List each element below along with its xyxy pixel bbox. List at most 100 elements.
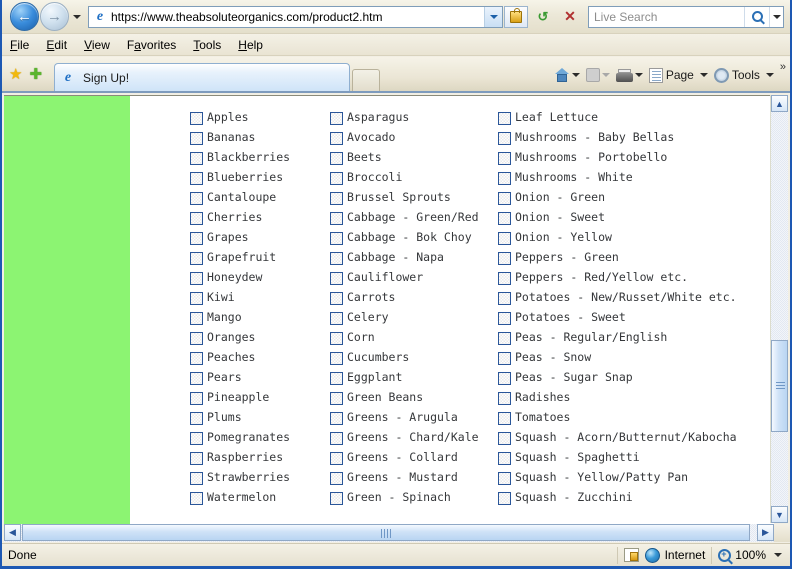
checkbox-row[interactable]: Mushrooms - Portobello [498, 148, 737, 168]
checkbox-input[interactable] [498, 431, 511, 445]
checkbox-input[interactable] [330, 191, 343, 205]
checkbox-input[interactable] [498, 291, 511, 305]
checkbox-input[interactable] [330, 131, 343, 145]
checkbox-row[interactable]: Brussel Sprouts [330, 188, 479, 208]
checkbox-input[interactable] [330, 451, 343, 465]
checkbox-row[interactable]: Kiwi [190, 288, 290, 308]
checkbox-row[interactable]: Strawberries [190, 468, 290, 488]
checkbox-row[interactable]: Radishes [498, 388, 737, 408]
checkbox-row[interactable]: Carrots [330, 288, 479, 308]
checkbox-row[interactable]: Cherries [190, 208, 290, 228]
checkbox-row[interactable]: Broccoli [330, 168, 479, 188]
menu-item-tools[interactable]: Tools [193, 38, 221, 52]
checkbox-input[interactable] [190, 191, 203, 205]
checkbox-input[interactable] [330, 311, 343, 325]
checkbox-row[interactable]: Apples [190, 108, 290, 128]
checkbox-row[interactable]: Asparagus [330, 108, 479, 128]
search-go-button[interactable] [744, 6, 769, 27]
checkbox-row[interactable]: Cucumbers [330, 348, 479, 368]
zoom-control[interactable]: 100% [712, 548, 790, 562]
checkbox-row[interactable]: Onion - Sweet [498, 208, 737, 228]
recent-pages-button[interactable] [73, 14, 81, 19]
checkbox-row[interactable]: Mango [190, 308, 290, 328]
menu-item-favorites[interactable]: Favorites [127, 38, 176, 52]
checkbox-input[interactable] [498, 171, 511, 185]
checkbox-input[interactable] [498, 231, 511, 245]
new-tab-button[interactable] [352, 69, 381, 91]
checkbox-input[interactable] [330, 271, 343, 285]
checkbox-input[interactable] [330, 171, 343, 185]
checkbox-row[interactable]: Onion - Yellow [498, 228, 737, 248]
checkbox-input[interactable] [330, 331, 343, 345]
checkbox-input[interactable] [330, 471, 343, 485]
checkbox-row[interactable]: Mushrooms - White [498, 168, 737, 188]
checkbox-input[interactable] [190, 471, 203, 485]
checkbox-input[interactable] [190, 331, 203, 345]
checkbox-input[interactable] [498, 131, 511, 145]
checkbox-row[interactable]: Bananas [190, 128, 290, 148]
back-button[interactable]: ← [10, 2, 39, 31]
add-to-favorites-icon[interactable]: ✚ [29, 67, 42, 82]
checkbox-input[interactable] [330, 391, 343, 405]
checkbox-row[interactable]: Raspberries [190, 448, 290, 468]
checkbox-row[interactable]: Peppers - Red/Yellow etc. [498, 268, 737, 288]
checkbox-row[interactable]: Greens - Collard [330, 448, 479, 468]
checkbox-row[interactable]: Squash - Spaghetti [498, 448, 737, 468]
checkbox-row[interactable]: Plums [190, 408, 290, 428]
page-menu-button[interactable]: Page [648, 67, 708, 83]
checkbox-row[interactable]: Cabbage - Napa [330, 248, 479, 268]
checkbox-row[interactable]: Onion - Green [498, 188, 737, 208]
checkbox-input[interactable] [190, 491, 203, 505]
checkbox-row[interactable]: Leaf Lettuce [498, 108, 737, 128]
checkbox-input[interactable] [190, 391, 203, 405]
home-button[interactable] [554, 68, 580, 82]
search-input[interactable]: Live Search [589, 10, 744, 24]
stop-button[interactable]: ✕ [558, 6, 582, 28]
checkbox-input[interactable] [330, 431, 343, 445]
checkbox-input[interactable] [498, 251, 511, 265]
checkbox-input[interactable] [498, 311, 511, 325]
checkbox-row[interactable]: Grapes [190, 228, 290, 248]
forward-button[interactable]: → [40, 2, 69, 31]
tools-menu-button[interactable]: Tools [713, 67, 774, 83]
scroll-left-button[interactable]: ◀ [4, 524, 21, 541]
checkbox-input[interactable] [498, 191, 511, 205]
checkbox-input[interactable] [190, 271, 203, 285]
print-button[interactable] [615, 68, 643, 82]
checkbox-input[interactable] [498, 371, 511, 385]
scroll-down-button[interactable]: ▼ [771, 506, 788, 523]
checkbox-row[interactable]: Avocado [330, 128, 479, 148]
checkbox-input[interactable] [330, 111, 343, 125]
checkbox-input[interactable] [330, 371, 343, 385]
vertical-scrollbar-thumb[interactable] [771, 340, 788, 432]
checkbox-input[interactable] [330, 151, 343, 165]
checkbox-input[interactable] [330, 251, 343, 265]
checkbox-input[interactable] [190, 111, 203, 125]
checkbox-input[interactable] [498, 451, 511, 465]
ssl-lock-button[interactable] [504, 5, 528, 28]
checkbox-row[interactable]: Celery [330, 308, 479, 328]
search-provider-dropdown[interactable] [769, 6, 783, 27]
menu-item-file[interactable]: FFileile [10, 38, 29, 52]
checkbox-row[interactable]: Peppers - Green [498, 248, 737, 268]
checkbox-row[interactable]: Tomatoes [498, 408, 737, 428]
horizontal-scrollbar[interactable]: ◀ ▶ [4, 524, 790, 542]
refresh-button[interactable]: ↺ [531, 6, 555, 28]
checkbox-row[interactable]: Oranges [190, 328, 290, 348]
checkbox-row[interactable]: Peas - Regular/English [498, 328, 737, 348]
address-input-wrapper[interactable]: e https://www.theabsoluteorganics.com/pr… [88, 5, 503, 28]
checkbox-input[interactable] [498, 491, 511, 505]
checkbox-row[interactable]: Pears [190, 368, 290, 388]
checkbox-row[interactable]: Peas - Sugar Snap [498, 368, 737, 388]
star-icon[interactable]: ★ [9, 67, 22, 82]
checkbox-input[interactable] [330, 411, 343, 425]
checkbox-input[interactable] [190, 291, 203, 305]
scroll-up-button[interactable]: ▲ [771, 95, 788, 112]
checkbox-row[interactable]: Grapefruit [190, 248, 290, 268]
checkbox-input[interactable] [190, 171, 203, 185]
checkbox-row[interactable]: Cantaloupe [190, 188, 290, 208]
checkbox-row[interactable]: Cabbage - Green/Red [330, 208, 479, 228]
scroll-right-button[interactable]: ▶ [757, 524, 774, 541]
checkbox-input[interactable] [190, 131, 203, 145]
search-box[interactable]: Live Search [588, 5, 784, 28]
